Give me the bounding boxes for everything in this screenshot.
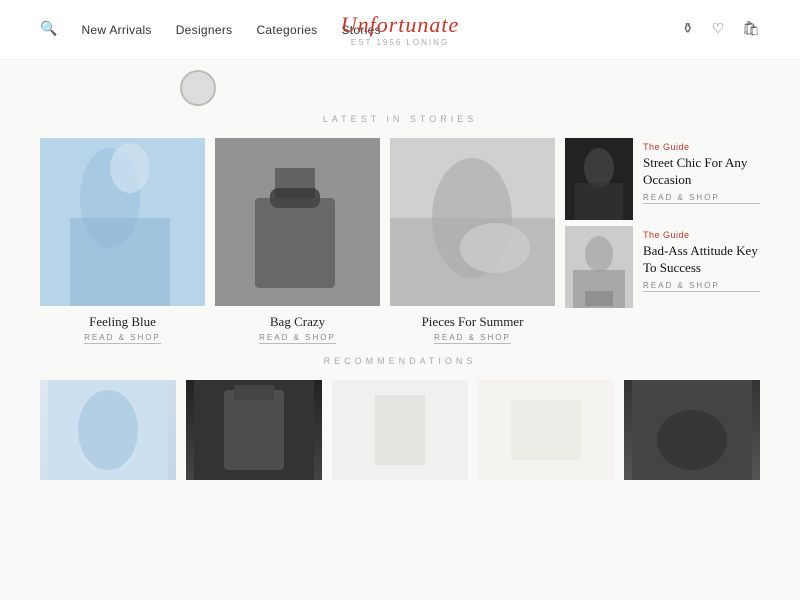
rec-card-4[interactable] bbox=[478, 380, 614, 480]
wishlist-icon[interactable]: ♡ bbox=[712, 21, 725, 38]
side-article-image-2 bbox=[565, 226, 633, 308]
recommendations-grid bbox=[40, 380, 760, 480]
rec-card-5[interactable] bbox=[624, 380, 760, 480]
side-article-2: The Guide Bad-Ass Attitude Key To Succes… bbox=[565, 226, 760, 308]
story-link-3[interactable]: READ & SHOP bbox=[434, 333, 511, 344]
recommendations-section: RECOMMENDATIONS bbox=[40, 356, 760, 480]
main-content: LATEST IN STORIES Feeling Blue READ & SH… bbox=[0, 70, 800, 480]
story-link-1[interactable]: READ & SHOP bbox=[84, 333, 161, 344]
side-title-1: Street Chic For Any Occasion bbox=[643, 155, 760, 189]
rec-card-1[interactable] bbox=[40, 380, 176, 480]
search-icon[interactable]: 🔍 bbox=[40, 21, 57, 38]
story-card-feeling-blue: Feeling Blue READ & SHOP bbox=[40, 138, 205, 344]
side-link-2[interactable]: READ & SHOP bbox=[643, 281, 760, 292]
nav-right: ⚱ ♡ 🛍 bbox=[682, 21, 760, 38]
side-article-text-2: The Guide Bad-Ass Attitude Key To Succes… bbox=[643, 226, 760, 292]
profile-icon[interactable]: ⚱ bbox=[682, 21, 694, 38]
nav-categories[interactable]: Categories bbox=[256, 23, 317, 37]
story-title-1: Feeling Blue bbox=[89, 314, 156, 330]
story-card-pieces-summer: Pieces For Summer READ & SHOP bbox=[390, 138, 555, 344]
side-guide-2: The Guide bbox=[643, 230, 760, 240]
story-title-2: Bag Crazy bbox=[270, 314, 325, 330]
side-articles: The Guide Street Chic For Any Occasion R… bbox=[565, 138, 760, 308]
nav-designers[interactable]: Designers bbox=[176, 23, 233, 37]
avatar-row bbox=[40, 70, 760, 106]
nav-left: 🔍 New Arrivals Designers Categories Stor… bbox=[40, 21, 381, 38]
side-article-image-1 bbox=[565, 138, 633, 220]
story-card-bag-crazy: Bag Crazy READ & SHOP bbox=[215, 138, 380, 344]
main-stories: Feeling Blue READ & SHOP Bag Crazy READ … bbox=[40, 138, 555, 344]
cart-icon[interactable]: 🛍 bbox=[742, 21, 760, 38]
side-guide-1: The Guide bbox=[643, 142, 760, 152]
navigation: 🔍 New Arrivals Designers Categories Stor… bbox=[0, 0, 800, 60]
nav-brand[interactable]: Unfortunate EST 1956 LONING bbox=[341, 12, 460, 47]
side-link-1[interactable]: READ & SHOP bbox=[643, 193, 760, 204]
story-link-2[interactable]: READ & SHOP bbox=[259, 333, 336, 344]
side-article-1: The Guide Street Chic For Any Occasion R… bbox=[565, 138, 760, 220]
stories-section-label: LATEST IN STORIES bbox=[40, 114, 760, 124]
recommendations-label: RECOMMENDATIONS bbox=[40, 356, 760, 366]
brand-title: Unfortunate bbox=[341, 12, 460, 38]
story-image-3 bbox=[390, 138, 555, 306]
side-title-2: Bad-Ass Attitude Key To Success bbox=[643, 243, 760, 277]
story-title-3: Pieces For Summer bbox=[422, 314, 524, 330]
story-image-2 bbox=[215, 138, 380, 306]
avatar bbox=[180, 70, 216, 106]
brand-subtitle: EST 1956 LONING bbox=[341, 38, 460, 47]
content-row: Feeling Blue READ & SHOP Bag Crazy READ … bbox=[40, 138, 760, 344]
story-image-1 bbox=[40, 138, 205, 306]
rec-card-3[interactable] bbox=[332, 380, 468, 480]
nav-new-arrivals[interactable]: New Arrivals bbox=[81, 23, 151, 37]
rec-card-2[interactable] bbox=[186, 380, 322, 480]
side-article-text-1: The Guide Street Chic For Any Occasion R… bbox=[643, 138, 760, 204]
